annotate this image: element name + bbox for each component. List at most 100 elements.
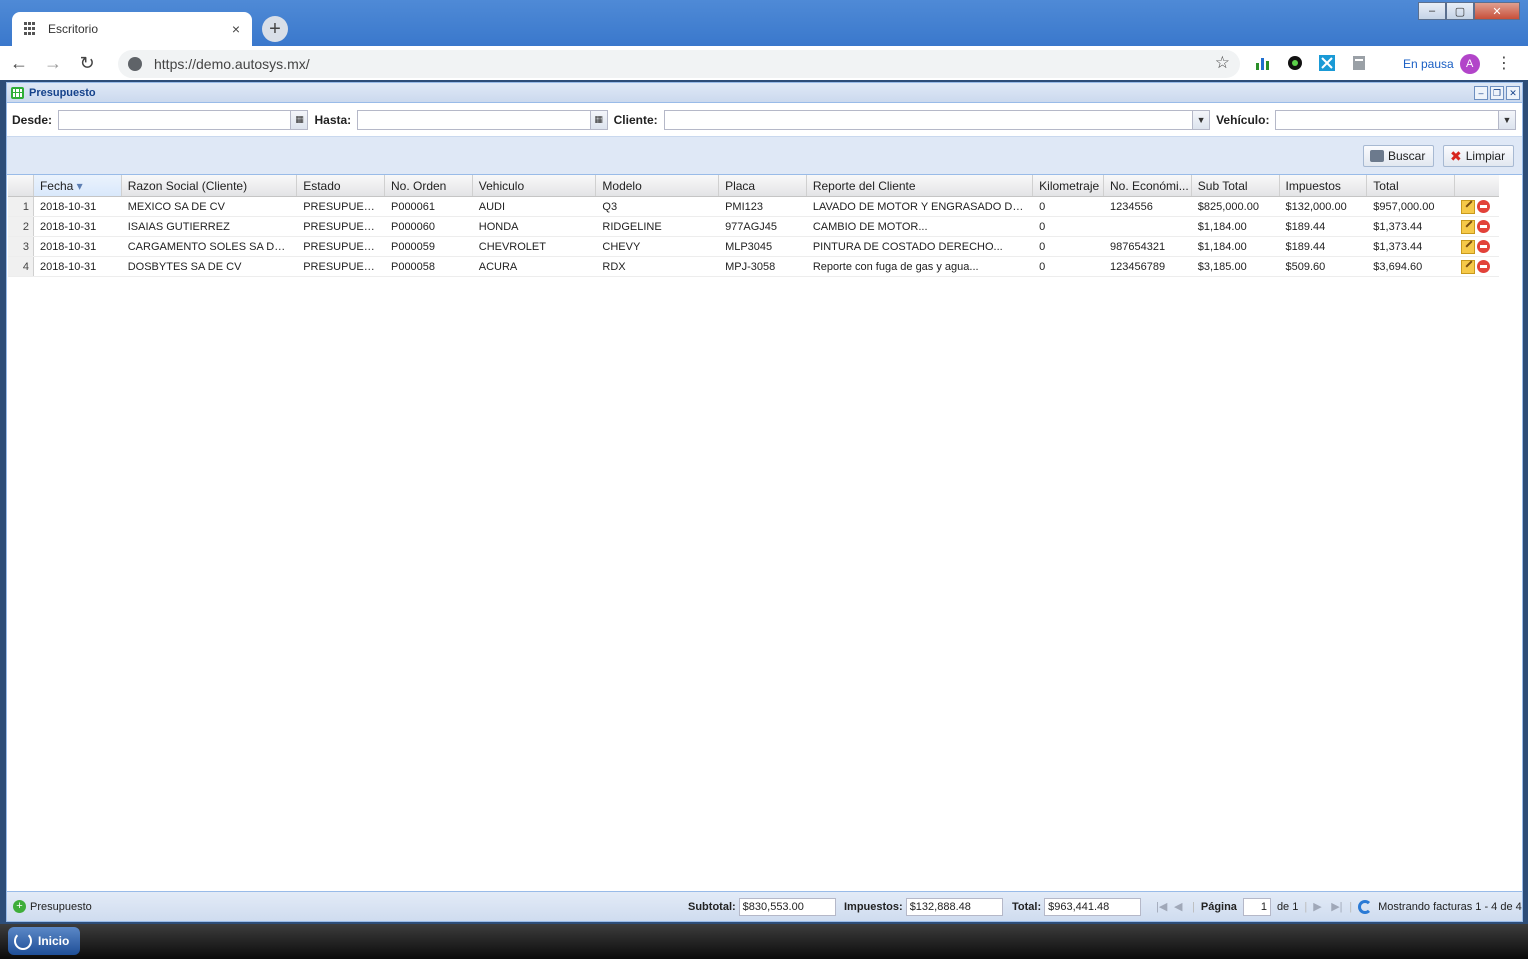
- column-header-fecha[interactable]: Fecha ▾: [33, 175, 122, 196]
- minimize-icon[interactable]: –: [1474, 86, 1488, 100]
- calendar-icon[interactable]: ▦: [589, 110, 607, 129]
- page-number-input[interactable]: 1: [1242, 898, 1271, 916]
- total-field: $963,441.48: [1044, 898, 1142, 916]
- forward-arrow-icon[interactable]: →: [38, 48, 68, 78]
- hasta-label: Hasta:: [314, 112, 352, 127]
- add-presupuesto-button[interactable]: + Presupuesto: [13, 900, 92, 913]
- cell-no-orden: P000059: [390, 241, 436, 253]
- column-header-impuestos[interactable]: Impuestos: [1280, 175, 1368, 196]
- profile-status: En pausa: [1403, 57, 1454, 71]
- column-header-no-orden[interactable]: No. Orden: [385, 175, 473, 196]
- cell-no-orden: P000061: [390, 201, 436, 213]
- document-extension-icon[interactable]: [1351, 55, 1367, 71]
- desde-date-field[interactable]: ▦: [58, 109, 309, 130]
- reload-icon[interactable]: ↻: [72, 48, 102, 78]
- vehiculo-combo[interactable]: ▼: [1275, 109, 1516, 130]
- tab-close-icon[interactable]: ×: [232, 21, 240, 37]
- table-row[interactable]: 3 2018-10-31 CARGAMENTO SOLES SA DE CV PRES…: [8, 237, 1499, 257]
- cell-fecha: 2018-10-31: [39, 241, 97, 253]
- profile-button[interactable]: En pausa A: [1395, 51, 1486, 77]
- browser-menu-icon[interactable]: ⋮: [1496, 53, 1512, 73]
- table-row[interactable]: 1 2018-10-31 MEXICO SA DE CV PRESUPUESTO P00…: [8, 197, 1499, 217]
- start-button[interactable]: Inicio: [8, 927, 80, 955]
- power-icon: [14, 932, 32, 950]
- hasta-date-field[interactable]: ▦: [357, 109, 608, 130]
- chart-extension-icon[interactable]: [1255, 55, 1271, 71]
- clear-x-icon: ✖: [1450, 147, 1462, 164]
- limpiar-label: Limpiar: [1465, 149, 1506, 163]
- delete-icon[interactable]: [1477, 240, 1491, 253]
- table-row[interactable]: 4 2018-10-31 DOSBYTES SA DE CV PRESUPUESTO P…: [8, 257, 1499, 277]
- last-page-icon[interactable]: ▶|: [1331, 901, 1343, 913]
- cell-vehiculo: ACURA: [478, 261, 518, 273]
- delete-icon[interactable]: [1477, 220, 1491, 233]
- window-minimize-button[interactable]: –: [1418, 2, 1446, 20]
- pagination: |◀ ◀ | Página 1 de 1 | ▶ ▶| | Mostrando …: [1156, 898, 1522, 916]
- previous-page-icon[interactable]: ◀: [1174, 901, 1186, 913]
- edit-icon[interactable]: [1461, 259, 1476, 274]
- edit-icon[interactable]: [1461, 239, 1476, 254]
- site-info-icon[interactable]: [128, 57, 142, 71]
- column-header-total[interactable]: Total: [1367, 175, 1456, 196]
- cell-modelo: CHEVY: [602, 241, 641, 253]
- column-header-vehiculo[interactable]: Vehiculo: [473, 175, 597, 196]
- cliente-combo[interactable]: ▼: [663, 109, 1211, 130]
- calendar-icon[interactable]: ▦: [290, 110, 308, 129]
- scissors-extension-icon[interactable]: [1319, 55, 1335, 71]
- desde-label: Desde:: [12, 112, 53, 127]
- edit-icon[interactable]: [1461, 199, 1476, 214]
- column-header-modelo[interactable]: Modelo: [596, 175, 720, 196]
- total-label: Total:: [1012, 901, 1042, 913]
- delete-icon[interactable]: [1477, 260, 1491, 273]
- cell-modelo: Q3: [602, 201, 618, 213]
- next-page-icon[interactable]: ▶: [1313, 901, 1325, 913]
- table-row[interactable]: 2 2018-10-31 ISAIAS GUTIERREZ PRESUPUESTO P0…: [8, 217, 1499, 237]
- column-header-estado[interactable]: Estado: [297, 175, 385, 196]
- column-header-no-economico[interactable]: No. Económi...: [1104, 175, 1192, 196]
- url-text: https://demo.autosys.mx/: [154, 56, 310, 72]
- cell-kilometraje: 0: [1039, 241, 1046, 253]
- cell-vehiculo: AUDI: [478, 201, 506, 213]
- action-toolbar: Buscar ✖ Limpiar: [7, 137, 1522, 175]
- column-header-placa[interactable]: Placa: [719, 175, 807, 196]
- refresh-icon[interactable]: [1358, 900, 1373, 914]
- chevron-down-icon[interactable]: ▼: [1498, 110, 1515, 129]
- restore-icon[interactable]: ❐: [1490, 86, 1504, 100]
- presupuesto-window: Presupuesto – ❐ ✕ Desde: ▦ Hasta: ▦ Clie…: [6, 82, 1523, 922]
- new-tab-button[interactable]: +: [262, 16, 288, 42]
- showing-records-label: Mostrando facturas 1 - 4 de 4: [1378, 901, 1522, 913]
- apps-grid-icon: [24, 22, 38, 36]
- limpiar-button[interactable]: ✖ Limpiar: [1443, 145, 1515, 167]
- browser-tab[interactable]: Escritorio ×: [12, 12, 252, 46]
- presupuesto-grid: Fecha ▾ Razon Social (Cliente) Estado No…: [8, 175, 1499, 277]
- bookmark-star-icon[interactable]: ☆: [1215, 53, 1230, 73]
- close-icon[interactable]: ✕: [1506, 86, 1520, 100]
- cell-impuestos: $189.44: [1285, 221, 1326, 233]
- window-maximize-button[interactable]: ▢: [1446, 2, 1474, 20]
- column-header-razon-social[interactable]: Razon Social (Cliente): [122, 175, 298, 196]
- window-header: Presupuesto – ❐ ✕: [7, 83, 1522, 103]
- add-circle-icon: +: [13, 900, 26, 913]
- first-page-icon[interactable]: |◀: [1156, 901, 1168, 913]
- column-header-reporte[interactable]: Reporte del Cliente: [807, 175, 1034, 196]
- add-presupuesto-label: Presupuesto: [30, 900, 92, 913]
- delete-icon[interactable]: [1477, 200, 1491, 213]
- camera-extension-icon[interactable]: [1287, 55, 1303, 71]
- buscar-button[interactable]: Buscar: [1363, 145, 1435, 167]
- column-header-kilometraje[interactable]: Kilometraje: [1033, 175, 1104, 196]
- window-close-button[interactable]: ✕: [1474, 2, 1520, 20]
- chevron-down-icon[interactable]: ▼: [1192, 110, 1210, 129]
- back-arrow-icon[interactable]: ←: [4, 48, 34, 78]
- cell-estado: PRESUPUESTO: [303, 241, 385, 253]
- column-header-sub-total[interactable]: Sub Total: [1192, 175, 1280, 196]
- total-group: Total: $963,441.48: [1012, 898, 1142, 916]
- grid-header: Fecha ▾ Razon Social (Cliente) Estado No…: [8, 175, 1499, 197]
- cell-sub-total: $1,184.00: [1197, 221, 1247, 233]
- row-actions: [1455, 237, 1499, 256]
- cell-total: $1,373.44: [1373, 241, 1423, 253]
- address-bar[interactable]: https://demo.autosys.mx/ ☆: [118, 50, 1240, 78]
- edit-icon[interactable]: [1461, 219, 1476, 234]
- row-number: 3: [8, 237, 34, 256]
- cell-vehiculo: HONDA: [478, 221, 519, 233]
- grid-body: 1 2018-10-31 MEXICO SA DE CV PRESUPUESTO P00…: [8, 197, 1499, 277]
